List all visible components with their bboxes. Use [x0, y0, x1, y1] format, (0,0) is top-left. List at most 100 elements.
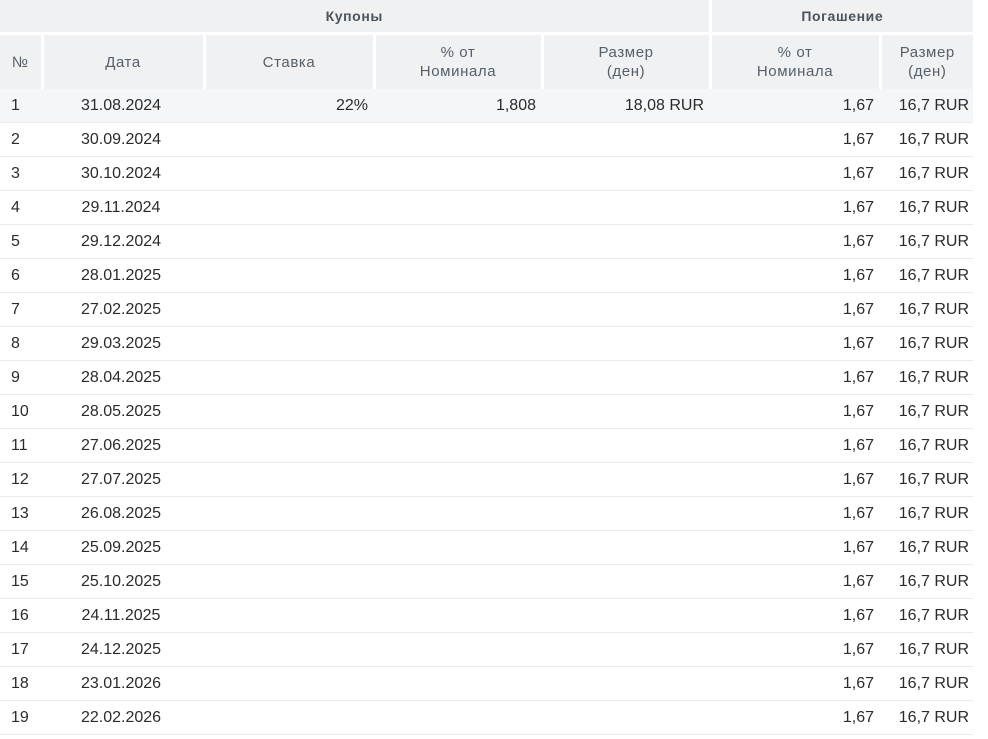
redeem-size-cell: 16,7 RUR [880, 89, 974, 123]
date-cell: 28.01.2025 [42, 258, 204, 293]
column-header-coupon-pct[interactable]: % от Номинала [372, 32, 542, 89]
rate-cell [204, 292, 374, 327]
rate-cell [204, 666, 374, 701]
redeem-size-cell: 16,7 RUR [880, 700, 974, 735]
redeem-pct-cell: 1,67 [710, 428, 881, 463]
date-cell: 28.05.2025 [42, 394, 204, 429]
table-row: 13 26.08.2025 1,67 16,7 RUR [0, 496, 974, 531]
redeem-size-cell: 16,7 RUR [880, 360, 974, 395]
redeem-pct-cell: 1,67 [710, 496, 881, 531]
rate-cell [204, 326, 374, 361]
coupon-pct-cell [374, 598, 542, 633]
column-header-coupon-pct-line2: Номинала [419, 63, 497, 80]
coupon-size-cell [542, 326, 711, 361]
row-number-cell: 16 [0, 598, 42, 633]
table-row: 5 29.12.2024 1,67 16,7 RUR [0, 224, 974, 259]
coupon-size-cell [542, 428, 711, 463]
redeem-pct-cell: 1,67 [710, 394, 881, 429]
redeem-pct-cell: 1,67 [710, 122, 881, 157]
date-cell: 31.08.2024 [42, 89, 204, 123]
date-cell: 29.03.2025 [42, 326, 204, 361]
redeem-pct-cell: 1,67 [710, 190, 881, 225]
column-header-coupon-pct-line1: % от [440, 44, 476, 61]
column-header-redeem-size[interactable]: Размер (ден) [878, 32, 974, 89]
redeem-pct-cell: 1,67 [710, 258, 881, 293]
redeem-size-cell: 16,7 RUR [880, 122, 974, 157]
rate-cell [204, 258, 374, 293]
redeem-size-cell: 16,7 RUR [880, 666, 974, 701]
date-cell: 30.09.2024 [42, 122, 204, 157]
redeem-size-cell: 16,7 RUR [880, 428, 974, 463]
coupon-pct-cell [374, 122, 542, 157]
table-row: 17 24.12.2025 1,67 16,7 RUR [0, 632, 974, 667]
row-number-cell: 11 [0, 428, 42, 463]
table-row: 12 27.07.2025 1,67 16,7 RUR [0, 462, 974, 497]
column-header-redeem-pct-line1: % от [777, 44, 813, 61]
date-cell: 27.02.2025 [42, 292, 204, 327]
date-cell: 28.04.2025 [42, 360, 204, 395]
date-cell: 25.10.2025 [42, 564, 204, 599]
coupon-size-cell [542, 564, 711, 599]
table-row: 15 25.10.2025 1,67 16,7 RUR [0, 564, 974, 599]
column-header-number[interactable]: № [0, 32, 42, 89]
date-cell: 27.06.2025 [42, 428, 204, 463]
redeem-pct-cell: 1,67 [710, 632, 881, 667]
row-number-cell: 19 [0, 700, 42, 735]
column-header-row: № Дата Ставка % от Номинала Размер (ден)… [0, 32, 974, 89]
date-cell: 27.07.2025 [42, 462, 204, 497]
row-number-cell: 10 [0, 394, 42, 429]
column-header-redeem-size-line1: Размер [899, 44, 955, 61]
column-header-rate[interactable]: Ставка [202, 32, 374, 89]
redeem-pct-cell: 1,67 [710, 564, 881, 599]
redeem-pct-cell: 1,67 [710, 530, 881, 565]
rate-cell [204, 190, 374, 225]
table-row: 8 29.03.2025 1,67 16,7 RUR [0, 326, 974, 361]
coupon-pct-cell: 1,808 [374, 89, 542, 123]
column-header-coupon-size-line1: Размер [598, 44, 654, 61]
date-cell: 22.02.2026 [42, 700, 204, 735]
redeem-pct-cell: 1,67 [710, 156, 881, 191]
table-row: 3 30.10.2024 1,67 16,7 RUR [0, 156, 974, 191]
date-cell: 29.11.2024 [42, 190, 204, 225]
rate-cell [204, 564, 374, 599]
coupon-size-cell [542, 292, 711, 327]
column-header-coupon-size[interactable]: Размер (ден) [540, 32, 711, 89]
column-header-redeem-pct[interactable]: % от Номинала [708, 32, 881, 89]
coupon-pct-cell [374, 632, 542, 667]
redeem-size-cell: 16,7 RUR [880, 462, 974, 497]
redemption-group-header: Погашение [708, 0, 974, 34]
row-number-cell: 2 [0, 122, 42, 157]
rate-cell [204, 224, 374, 259]
row-number-cell: 13 [0, 496, 42, 531]
rate-cell [204, 428, 374, 463]
redeem-size-cell: 16,7 RUR [880, 394, 974, 429]
coupon-pct-cell [374, 224, 542, 259]
coupon-schedule-table: Купоны Погашение № Дата Ставка % от Номи… [0, 0, 974, 735]
redeem-size-cell: 16,7 RUR [880, 496, 974, 531]
coupon-size-cell [542, 224, 711, 259]
redeem-pct-cell: 1,67 [710, 224, 881, 259]
row-number-cell: 18 [0, 666, 42, 701]
row-number-cell: 8 [0, 326, 42, 361]
coupon-size-cell [542, 156, 711, 191]
row-number-cell: 14 [0, 530, 42, 565]
rate-cell: 22% [204, 89, 374, 123]
date-cell: 24.12.2025 [42, 632, 204, 667]
redeem-size-cell: 16,7 RUR [880, 598, 974, 633]
redeem-size-cell: 16,7 RUR [880, 564, 974, 599]
date-cell: 29.12.2024 [42, 224, 204, 259]
coupon-size-cell [542, 700, 711, 735]
table-row: 9 28.04.2025 1,67 16,7 RUR [0, 360, 974, 395]
column-header-date[interactable]: Дата [40, 32, 204, 89]
row-number-cell: 5 [0, 224, 42, 259]
table-row: 6 28.01.2025 1,67 16,7 RUR [0, 258, 974, 293]
coupon-size-cell [542, 122, 711, 157]
coupon-size-cell [542, 360, 711, 395]
redeem-size-cell: 16,7 RUR [880, 224, 974, 259]
table-row: 7 27.02.2025 1,67 16,7 RUR [0, 292, 974, 327]
table-row: 11 27.06.2025 1,67 16,7 RUR [0, 428, 974, 463]
coupon-pct-cell [374, 530, 542, 565]
redeem-pct-cell: 1,67 [710, 326, 881, 361]
table-row: 16 24.11.2025 1,67 16,7 RUR [0, 598, 974, 633]
row-number-cell: 17 [0, 632, 42, 667]
